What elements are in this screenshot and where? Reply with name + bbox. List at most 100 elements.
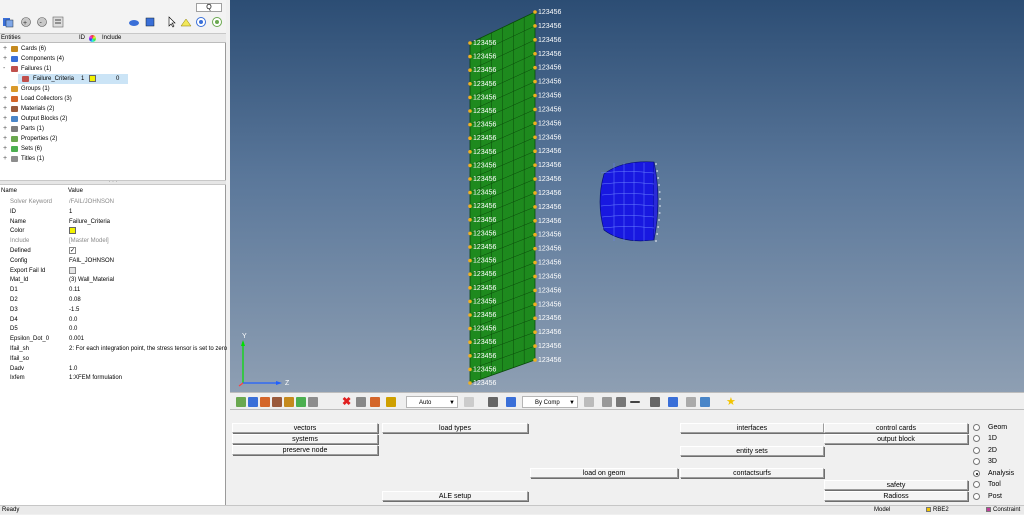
mask-icon[interactable] [356, 397, 366, 407]
color-by-dropdown[interactable]: By Comp ▼ [522, 396, 578, 408]
property-row[interactable]: D3 -1.5 [0, 306, 226, 316]
radio-indicator[interactable] [973, 481, 980, 488]
delete-icon[interactable]: ✖ [342, 397, 352, 408]
collapse-icon[interactable]: - [3, 64, 10, 74]
grid-icon[interactable] [686, 397, 696, 407]
components-icon[interactable] [248, 397, 258, 407]
expand-icon[interactable]: + [3, 94, 10, 104]
expand-icon[interactable]: + [3, 44, 10, 54]
contactsurfs-button[interactable]: contactsurfs [680, 468, 824, 478]
expand-icon[interactable]: + [3, 84, 10, 94]
tree-item-titles[interactable]: + Titles (1) [0, 154, 226, 164]
tree-item-failure-criteria[interactable]: Failure_Criteria 1 0 [18, 74, 128, 84]
graphics-viewport[interactable]: 123456 123456 123456 123456 123456 123456 1234… [230, 0, 1024, 392]
tree-item-materials[interactable]: + Materials (2) [0, 104, 226, 114]
load-types-button[interactable]: load types [382, 423, 528, 433]
reverse-display-icon[interactable] [211, 16, 223, 28]
transparency-icon[interactable] [650, 397, 660, 407]
collapse-all-icon[interactable]: - [36, 16, 48, 28]
property-row[interactable]: D1 0.11 [0, 286, 226, 296]
display-filter-icon[interactable] [2, 16, 14, 28]
property-row[interactable]: Ifail_so [0, 355, 226, 365]
monitor-icon[interactable] [700, 397, 710, 407]
radio-indicator[interactable] [973, 424, 980, 431]
vectors-button[interactable]: vectors [232, 423, 378, 433]
property-row[interactable]: Config FAIL_JOHNSON [0, 257, 226, 267]
output-block-button[interactable]: output block [824, 434, 968, 444]
tree-item-sets[interactable]: + Sets (6) [0, 144, 226, 154]
tree-item-failures[interactable]: - Failures (1) [0, 64, 226, 74]
expand-icon[interactable]: + [3, 154, 10, 164]
property-row[interactable]: Include [Master Model] [0, 237, 226, 247]
expand-icon[interactable]: + [3, 54, 10, 64]
panel-splitter[interactable]: · · · [0, 179, 226, 185]
element-size-dropdown[interactable]: Auto ▼ [406, 396, 458, 408]
load-collectors-icon[interactable] [260, 397, 270, 407]
wireframe-icon[interactable] [464, 397, 474, 407]
failure-criteria-color-swatch[interactable] [89, 75, 96, 82]
tree-item-groups[interactable]: + Groups (1) [0, 84, 226, 94]
ale-setup-button[interactable]: ALE setup [382, 491, 528, 501]
element-shrink-icon[interactable] [616, 397, 626, 407]
property-row[interactable]: Color [0, 227, 226, 237]
safety-button[interactable]: safety [824, 480, 968, 490]
mesh-display-icon[interactable] [584, 397, 594, 407]
preserve-node-button[interactable]: preserve node [232, 445, 378, 455]
control-cards-button[interactable]: control cards [824, 423, 968, 433]
radioss-button[interactable]: Radioss [824, 491, 968, 501]
property-row[interactable]: Name Failure_Criteria [0, 218, 226, 228]
property-row[interactable]: Ifail_sh 2: For each integration point, t… [0, 345, 227, 355]
systems-icon[interactable] [308, 397, 318, 407]
property-row[interactable]: D2 0.08 [0, 296, 226, 306]
systems-button[interactable]: systems [232, 434, 378, 444]
organize-icon[interactable] [370, 397, 380, 407]
component-view-icon[interactable] [144, 16, 156, 28]
tree-item-parts[interactable]: + Parts (1) [0, 124, 226, 134]
cursor-icon[interactable] [166, 16, 178, 28]
show-icon[interactable] [128, 16, 140, 28]
radio-indicator[interactable] [973, 470, 980, 477]
tree-item-output-blocks[interactable]: + Output Blocks (2) [0, 114, 226, 124]
hierarchy-icon[interactable] [52, 16, 64, 28]
expand-all-icon[interactable]: + [20, 16, 32, 28]
radio-3d[interactable]: 3D [973, 456, 1023, 467]
expand-icon[interactable]: + [3, 134, 10, 144]
tree-item-cards[interactable]: + Cards (6) [0, 44, 226, 54]
sets-icon[interactable] [296, 397, 306, 407]
properties-icon[interactable] [284, 397, 294, 407]
expand-icon[interactable]: + [3, 104, 10, 114]
radio-indicator[interactable] [973, 447, 980, 454]
tree-item-components[interactable]: + Components (4) [0, 54, 226, 64]
expand-icon[interactable]: + [3, 144, 10, 154]
radio-analysis[interactable]: Analysis [973, 468, 1023, 479]
interfaces-button[interactable]: interfaces [680, 423, 824, 433]
tree-item-properties[interactable]: + Properties (2) [0, 134, 226, 144]
tree-item-load-collectors[interactable]: + Load Collectors (3) [0, 94, 226, 104]
property-row[interactable]: Dadv 1.0 [0, 365, 226, 375]
export-fail-id-checkbox[interactable] [69, 266, 76, 276]
load-on-geom-button[interactable]: load on geom [530, 468, 678, 478]
property-row[interactable]: Defined ✓ [0, 247, 226, 257]
feature-lines-icon[interactable] [602, 397, 612, 407]
cube-view-icon[interactable] [506, 397, 516, 407]
defined-checkbox[interactable]: ✓ [69, 247, 76, 256]
radio-indicator[interactable] [973, 435, 980, 442]
shaded-icon[interactable] [488, 397, 498, 407]
radio-indicator[interactable] [973, 493, 980, 500]
isolate-icon[interactable] [195, 16, 207, 28]
property-row[interactable]: Export Fail Id [0, 266, 226, 277]
radio-1d[interactable]: 1D [973, 433, 1023, 444]
line-style-icon[interactable] [630, 401, 640, 403]
property-row[interactable]: Epsilon_Dot_0 0.001 [0, 335, 226, 345]
property-row[interactable]: Solver Keyword/FAIL/JOHNSON [0, 198, 226, 208]
expand-icon[interactable]: + [3, 124, 10, 134]
entity-sets-button[interactable]: entity sets [680, 446, 824, 456]
normals-icon[interactable] [668, 397, 678, 407]
radio-indicator[interactable] [973, 458, 980, 465]
star-icon[interactable]: ★ [726, 397, 736, 408]
property-row[interactable]: Ixfem 1:XFEM formulation [0, 374, 226, 384]
property-row[interactable]: D5 0.0 [0, 325, 226, 335]
radio-2d[interactable]: 2D [973, 445, 1023, 456]
highlight-icon[interactable] [180, 16, 192, 28]
radio-geom[interactable]: Geom [973, 422, 1023, 433]
